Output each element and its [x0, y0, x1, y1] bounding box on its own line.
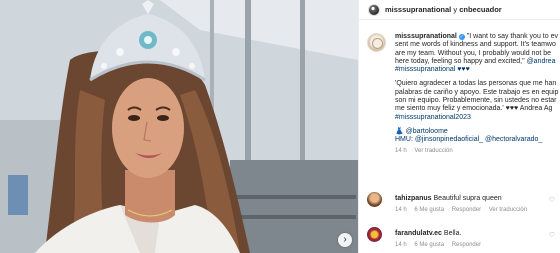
comment-time[interactable]: 14 h	[395, 242, 407, 248]
comment-translate[interactable]: Ver traducción	[489, 207, 527, 213]
verified-badge-icon: ✓	[458, 34, 465, 40]
caption-line-7: palabras de cariño y apoyo. Este trabajo…	[395, 88, 559, 96]
caption-line-3: here today, feeling so happy and excited…	[395, 57, 525, 65]
instagram-post-view: › misssupranational y cnbecuador misssup…	[0, 0, 560, 253]
caption-hashtag-1[interactable]: #misssupranational ♥♥♥	[395, 66, 560, 74]
caption-translate[interactable]: Ver traducción	[414, 148, 452, 154]
next-photo-button[interactable]: ›	[338, 233, 352, 247]
photo-illustration	[0, 0, 358, 253]
comment-text: Beautiful supra queen	[433, 195, 502, 202]
comment-time[interactable]: 14 h	[395, 207, 407, 213]
comment-body: tahizpanus Beautiful supra queen	[395, 195, 502, 202]
comment-username[interactable]: tahizpanus	[395, 195, 432, 202]
comment-reply[interactable]: Responder	[452, 207, 481, 213]
comment-text: Bella.	[443, 230, 462, 237]
post-side-panel: misssupranational y cnbecuador misssupra…	[358, 0, 560, 253]
header-join-word: y	[453, 5, 458, 14]
comment-likes[interactable]: 6 Me gusta	[414, 207, 444, 213]
comment-body: farandulatv.ec Bella.	[395, 230, 461, 237]
post-header: misssupranational y cnbecuador	[359, 0, 560, 20]
comment-meta: 14 h 6 Me gusta Responder	[395, 242, 487, 248]
header-user-1[interactable]: misssupranational	[385, 5, 451, 14]
header-user-2[interactable]: cnbecuador	[459, 5, 502, 14]
caption-line-6: 'Quiero agradecer a todas las personas q…	[395, 80, 557, 88]
comment-meta: 14 h 6 Me gusta Responder Ver traducción	[395, 207, 533, 213]
caption-line-2: are my team. Without you, I probably wou…	[395, 49, 552, 57]
caption-hashtag-2[interactable]: #misssupranational2023	[395, 114, 560, 122]
heart-icon[interactable]: ♡	[549, 231, 555, 239]
heart-icon[interactable]: ♡	[549, 196, 555, 204]
comment-reply[interactable]: Responder	[452, 242, 481, 248]
comment-avatar[interactable]	[367, 192, 382, 207]
caption-credit-hmu[interactable]: HMU: @jinsonpinedaoficial_ @hectoralvara…	[395, 136, 560, 144]
chevron-right-icon: ›	[343, 234, 347, 245]
comment-likes[interactable]: 6 Me gusta	[414, 242, 444, 248]
post-caption: misssupranational ✓ "I want to say thank…	[395, 33, 560, 155]
header-usernames: misssupranational y cnbecuador	[385, 5, 502, 14]
mention-andrea[interactable]: @andrea	[527, 58, 556, 65]
caption-line-1: sent me words of kindness and support. I…	[395, 41, 556, 49]
comment-username[interactable]: farandulatv.ec	[395, 230, 442, 237]
caption-line-8: son mi equipo. Probablemente, sin ustede…	[395, 97, 557, 105]
post-photo: ›	[0, 0, 358, 253]
comment-avatar[interactable]	[367, 227, 382, 242]
caption-line-0: "I want to say thank you to ev	[466, 33, 558, 40]
author-avatar[interactable]	[367, 33, 386, 52]
caption-credit-outfit[interactable]: 👗 @bartoloome	[395, 128, 560, 136]
caption-username[interactable]: misssupranational	[395, 33, 457, 40]
caption-meta: 14 h Ver traducción	[395, 147, 560, 155]
caption-time[interactable]: 14 h	[395, 148, 407, 154]
header-avatar[interactable]	[368, 3, 380, 16]
caption-line-9: me siento muy feliz y emocionada.' ♥♥♥ A…	[395, 105, 553, 113]
